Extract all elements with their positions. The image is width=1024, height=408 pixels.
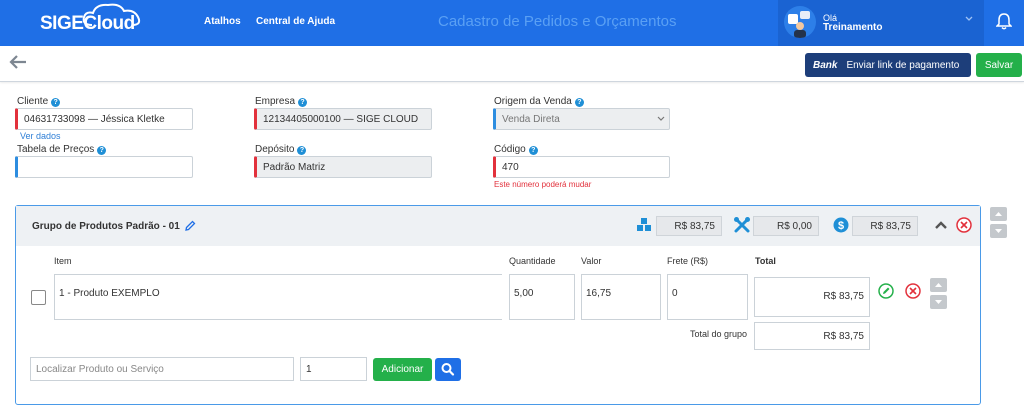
search-product-input[interactable]: Localizar Produto ou Serviço — [30, 357, 294, 381]
top-bar: SIGE Cloud Atalhos Central de Ajuda Cada… — [0, 0, 1024, 46]
caret-up-icon — [995, 212, 1002, 216]
total-group-label: Total do grupo — [690, 329, 748, 339]
move-item-up-button[interactable] — [930, 278, 947, 292]
user-menu[interactable]: Olá Treinamento — [778, 0, 984, 46]
chevron-down-icon — [657, 116, 665, 121]
remove-group-icon[interactable] — [956, 217, 972, 233]
sum-products-box: R$ 83,75 — [656, 216, 722, 236]
chevron-down-icon[interactable] — [964, 14, 974, 24]
caret-down-icon — [995, 229, 1002, 233]
boxes-icon — [637, 218, 651, 231]
total-group-field: R$ 83,75 — [754, 322, 870, 350]
help-icon[interactable]: ? — [97, 146, 107, 155]
empresa-field[interactable]: 12134405000100 — SIGE CLOUD — [254, 108, 432, 130]
user-avatar-icon — [788, 11, 810, 38]
quantity-field[interactable]: 5,00 — [509, 274, 575, 320]
tabela-label-text: Tabela de Preços — [17, 144, 95, 155]
avatar — [784, 6, 816, 38]
remove-item-icon[interactable] — [905, 283, 921, 299]
edit-pencil-icon[interactable] — [184, 220, 196, 232]
column-frete: Frete (R$) — [667, 256, 709, 266]
bell-icon[interactable] — [996, 12, 1012, 30]
add-item-button[interactable]: Adicionar — [373, 358, 432, 381]
search-icon — [441, 363, 455, 376]
value-field[interactable]: 16,75 — [581, 274, 661, 320]
origem-select[interactable]: Venda Direta — [493, 108, 670, 130]
ver-dados-link[interactable]: Ver dados — [20, 131, 61, 141]
user-name: Treinamento — [823, 22, 883, 33]
freight-field[interactable]: 0 — [667, 274, 748, 320]
product-group-header: Grupo de Produtos Padrão - 01 R$ 83,75 R… — [16, 206, 980, 246]
back-arrow-icon[interactable] — [8, 54, 28, 70]
tabela-label: Tabela de Preços? — [17, 144, 107, 155]
send-payment-link-button[interactable]: Bank Enviar link de pagamento — [805, 53, 971, 77]
empresa-label-text: Empresa — [255, 96, 296, 107]
column-total: Total — [755, 256, 776, 266]
sige-cloud-logo[interactable]: SIGE Cloud — [40, 3, 141, 37]
caret-up-icon — [935, 283, 942, 287]
page-title: Cadastro de Pedidos e Orçamentos — [438, 13, 677, 30]
nav-atalhos[interactable]: Atalhos — [204, 16, 241, 27]
search-button[interactable] — [435, 358, 461, 381]
group-title: Grupo de Produtos Padrão - 01 — [32, 221, 180, 232]
deposito-field[interactable]: Padrão Matriz — [254, 156, 432, 178]
item-name-field[interactable]: 1 - Produto EXEMPLO — [54, 274, 502, 320]
svg-text:$: $ — [838, 220, 844, 232]
help-icon[interactable]: ? — [528, 146, 538, 155]
logo-cloud-icon — [82, 3, 141, 26]
origem-label-text: Origem da Venda — [494, 96, 572, 107]
help-icon[interactable]: ? — [298, 98, 308, 107]
cliente-field[interactable]: 04631733098 — Jéssica Kletke — [15, 108, 193, 130]
move-group-up-button[interactable] — [990, 207, 1007, 221]
cliente-label-text: Cliente — [17, 96, 49, 107]
action-toolbar: Bank Enviar link de pagamento Salvar — [0, 46, 1024, 82]
bank-brand-label: Bank — [813, 59, 838, 71]
help-icon[interactable]: ? — [51, 98, 61, 107]
deposito-label-text: Depósito — [255, 144, 295, 155]
tabela-field[interactable] — [15, 156, 193, 178]
codigo-warning: Este número poderá mudar — [494, 180, 592, 189]
edit-item-icon[interactable] — [878, 283, 894, 299]
move-group-down-button[interactable] — [990, 224, 1007, 238]
sum-total-box: R$ 83,75 — [852, 216, 918, 236]
deposito-label: Depósito? — [255, 144, 307, 155]
send-payment-link-label: Enviar link de pagamento — [846, 59, 960, 71]
add-quantity-input[interactable]: 1 — [300, 357, 367, 381]
row-total-field: R$ 83,75 — [754, 277, 870, 317]
chevron-up-icon[interactable] — [934, 219, 948, 231]
nav-central-de-ajuda[interactable]: Central de Ajuda — [256, 16, 335, 27]
caret-down-icon — [935, 300, 942, 304]
cliente-label: Cliente? — [17, 96, 61, 107]
column-quantidade: Quantidade — [509, 256, 556, 266]
column-valor: Valor — [581, 256, 602, 266]
sum-services-box: R$ 0,00 — [753, 216, 819, 236]
help-icon[interactable]: ? — [297, 146, 307, 155]
column-item: Item — [54, 256, 72, 266]
origem-select-value: Venda Direta — [502, 114, 560, 125]
logo-text-sige: SIGE — [40, 13, 84, 34]
item-select-checkbox[interactable] — [31, 290, 46, 305]
codigo-label-text: Código — [494, 144, 526, 155]
move-item-down-button[interactable] — [930, 295, 947, 309]
codigo-label: Código? — [494, 144, 538, 155]
codigo-field[interactable]: 470 — [493, 156, 670, 178]
help-icon[interactable]: ? — [574, 98, 584, 107]
tools-icon — [734, 217, 750, 233]
origem-label: Origem da Venda? — [494, 96, 584, 107]
dollar-icon: $ — [833, 217, 849, 233]
empresa-label: Empresa? — [255, 96, 308, 107]
save-button[interactable]: Salvar — [976, 53, 1022, 77]
